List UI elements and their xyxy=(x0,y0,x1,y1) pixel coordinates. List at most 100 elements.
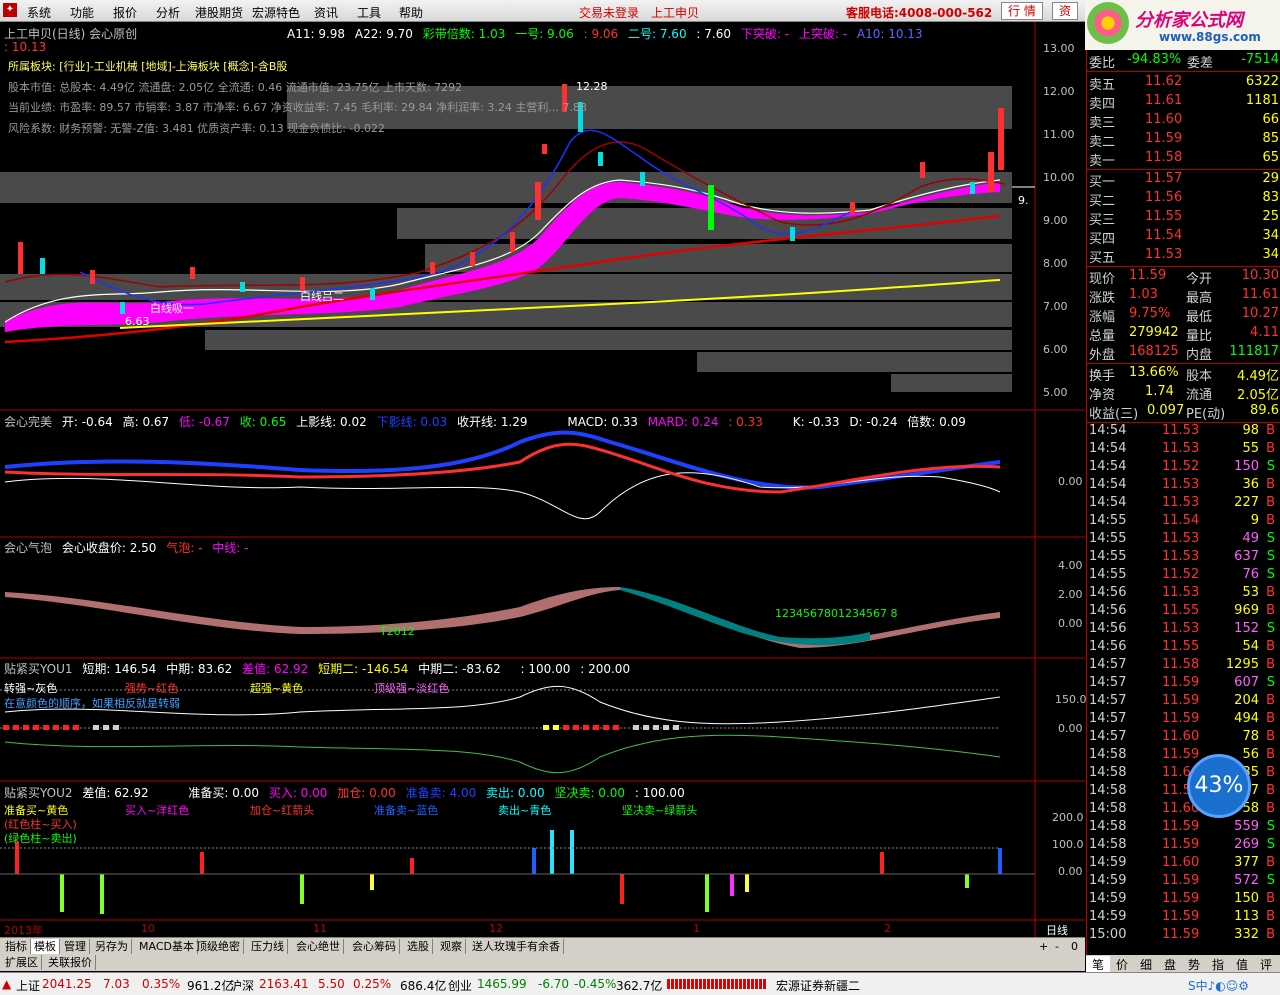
tab-indicator[interactable]: 指标 xyxy=(2,939,31,954)
tab-manage[interactable]: 管理 xyxy=(61,939,90,954)
rtab-bi[interactable]: 笔 xyxy=(1086,956,1110,973)
tick-volume: 150 xyxy=(1234,891,1259,906)
tab-rose[interactable]: 送人玫瑰手有余香 xyxy=(469,939,564,954)
tab-yaliline[interactable]: 压力线 xyxy=(248,939,288,954)
tick-volume: 49 xyxy=(1242,531,1259,546)
menu-quote[interactable]: 报价 xyxy=(113,4,137,21)
zero-button[interactable]: 0 xyxy=(1068,939,1081,954)
tick-list[interactable]: 14:54 11.53 98 B 14:54 11.53 55 B 14:54 11.52 150 S… xyxy=(1087,423,1280,955)
status-cy-value: 1465.99 xyxy=(477,977,527,991)
status-cy-pct: -0.45% xyxy=(574,977,617,991)
tick-time: 14:55 xyxy=(1089,567,1127,582)
status-sz-label[interactable]: 沪深 xyxy=(230,977,254,994)
tick-volume: 56 xyxy=(1242,747,1259,762)
legend-jianjuemai: 坚决卖~绿箭头 xyxy=(622,804,698,817)
tab-saveas[interactable]: 另存为 xyxy=(92,939,132,954)
login-status[interactable]: 交易未登录 xyxy=(579,4,639,21)
chart-area[interactable]: 上工申贝(日线) 会心原创 A11: 9.98 A22: 9.70 彩带倍数: … xyxy=(0,22,1087,942)
tab-template[interactable]: 模板 xyxy=(31,939,60,954)
status-cy-change: -6.70 xyxy=(538,977,570,991)
stat-change: 涨跌 1.03 最高 11.61 xyxy=(1089,287,1279,306)
tick-row: 14:54 11.52 150 S xyxy=(1087,459,1280,477)
tick-row: 14:56 11.55 969 B xyxy=(1087,603,1280,621)
info-button[interactable]: 资 xyxy=(1052,2,1079,20)
right-tabs: 笔 价 细 盘 势 指 值 评 xyxy=(1086,955,1280,973)
tick-row: 14:57 11.59 607 S xyxy=(1087,675,1280,693)
tick-row: 14:58 11.60 58 B xyxy=(1087,801,1280,819)
menu-hk-futures[interactable]: 港股期货 xyxy=(195,4,243,21)
breadth-bar xyxy=(667,979,767,989)
tick-price: 11.59 xyxy=(1162,693,1200,708)
tab-dingji[interactable]: 顶级绝密 xyxy=(193,939,244,954)
legend-zhuanqiang: 转强~灰色 xyxy=(4,682,58,695)
tab-related-quote[interactable]: 关联报价 xyxy=(45,955,96,970)
menu-tools[interactable]: 工具 xyxy=(357,4,381,21)
progress-circle[interactable]: 43% xyxy=(1187,754,1251,818)
sell-1: 卖一 11.58 65 xyxy=(1089,150,1279,169)
hotline: 客服电话:4008-000-562 xyxy=(846,6,993,20)
weibi-row: 委比 -94.83% 委差 -7514 xyxy=(1089,52,1279,71)
rtab-zhi[interactable]: 指 xyxy=(1206,956,1230,973)
rtab-xi[interactable]: 细 xyxy=(1134,956,1158,973)
rtab-zhi2[interactable]: 值 xyxy=(1230,956,1254,973)
tab-xuangu[interactable]: 选股 xyxy=(404,939,433,954)
menu-analysis[interactable]: 分析 xyxy=(156,4,180,21)
tick-side: B xyxy=(1266,909,1275,924)
menu-news[interactable]: 资讯 xyxy=(314,4,338,21)
tick-volume: 113 xyxy=(1234,909,1259,924)
zoom-out-button[interactable]: - xyxy=(1052,939,1062,954)
tick-price: 11.59 xyxy=(1162,927,1200,942)
tick-price: 11.53 xyxy=(1162,441,1200,456)
tick-time: 14:58 xyxy=(1089,801,1127,816)
legend-zhunbeimai-sell: 准备卖~蓝色 xyxy=(374,804,439,817)
tick-row: 14:55 11.52 76 S xyxy=(1087,567,1280,585)
sell-4: 卖四 11.61 1181 xyxy=(1089,93,1279,112)
panel3-y-2: 2.00 xyxy=(1058,588,1083,601)
tick-price: 11.55 xyxy=(1162,603,1200,618)
color-dots-row xyxy=(3,725,679,730)
legend-chaoqiang: 超强~黄色 xyxy=(250,682,304,695)
tick-volume: 9 xyxy=(1250,513,1259,528)
tick-price: 11.60 xyxy=(1162,855,1200,870)
status-sh-label[interactable]: 上证 xyxy=(16,977,40,994)
status-sz-amount: 686.4亿 xyxy=(400,979,447,993)
menu-system[interactable]: 系统 xyxy=(27,4,51,21)
rtab-shi[interactable]: 势 xyxy=(1182,956,1206,973)
tab-extension[interactable]: 扩展区 xyxy=(2,955,42,970)
app-logo-icon: ✦ xyxy=(3,3,17,17)
stat-pct: 涨幅 9.75% 最低 10.27 xyxy=(1089,306,1279,325)
menu-function[interactable]: 功能 xyxy=(70,4,94,21)
panel5-title: 贴紧买YOU2 差值: 62.92 准备买: 0.00 买入: 0.00 加仓:… xyxy=(4,786,685,800)
tick-price: 11.59 xyxy=(1162,891,1200,906)
rtab-jia[interactable]: 价 xyxy=(1110,956,1134,973)
stat-outer: 外盘 168125 内盘 111817 xyxy=(1089,344,1279,363)
menu-hongyuan[interactable]: 宏源特色 xyxy=(252,4,300,21)
tick-side: S xyxy=(1266,819,1275,834)
tab-huixin-jueshi[interactable]: 会心绝世 xyxy=(293,939,344,954)
current-stock: 上工申贝 xyxy=(651,6,700,20)
legend-dingjiqiang: 顶级强~淡红色 xyxy=(374,682,450,695)
tick-volume: 269 xyxy=(1234,837,1259,852)
rtab-ping[interactable]: 评 xyxy=(1254,956,1278,973)
tick-price: 11.53 xyxy=(1162,621,1200,636)
tick-row: 14:55 11.54 9 B xyxy=(1087,513,1280,531)
legend-qiangshi: 强势~红色 xyxy=(125,682,179,695)
menu-help[interactable]: 帮助 xyxy=(399,4,423,21)
tick-row: 14:59 11.60 377 B xyxy=(1087,855,1280,873)
brand-url: www.88gs.com xyxy=(1159,30,1261,44)
ime-icon[interactable]: S中♪◐☺⚙ xyxy=(1188,977,1249,994)
status-cy-label[interactable]: 创业 xyxy=(448,977,472,994)
tab-guancha[interactable]: 观察 xyxy=(437,939,466,954)
quote-button[interactable]: 行 情 xyxy=(1001,2,1043,20)
buy-3: 买三 11.55 25 xyxy=(1089,209,1279,228)
sh-arrow-icon: ▲ xyxy=(2,977,12,991)
tab-huixin-chouma[interactable]: 会心筹码 xyxy=(349,939,400,954)
tick-time: 14:55 xyxy=(1089,549,1127,564)
brand-banner: 分析家公式网 www.88gs.com xyxy=(1085,0,1280,50)
rtab-pan[interactable]: 盘 xyxy=(1158,956,1182,973)
tick-volume: 969 xyxy=(1234,603,1259,618)
tick-side: B xyxy=(1266,585,1275,600)
tick-time: 14:58 xyxy=(1089,783,1127,798)
tab-macd[interactable]: MACD基本 xyxy=(136,939,198,954)
zoom-in-button[interactable]: + xyxy=(1036,939,1051,954)
